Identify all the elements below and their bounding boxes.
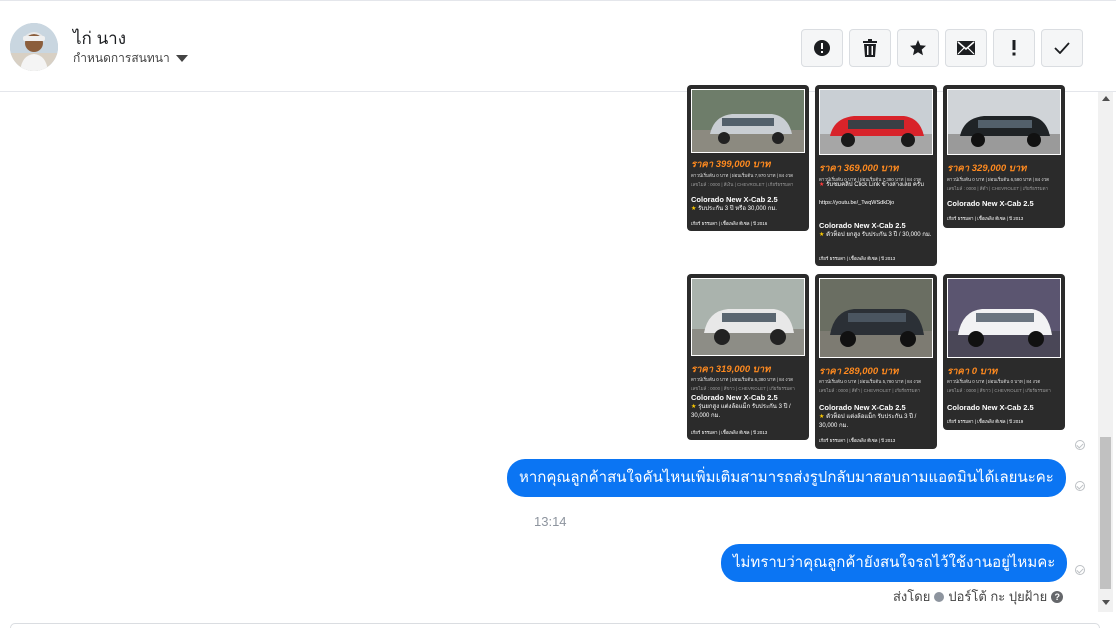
car-card[interactable]: ราคา 0 บาท ดาวน์เริ่มต้น 0 บาท | ผ่อนเริ… <box>943 274 1065 430</box>
avatar[interactable] <box>10 23 58 71</box>
car-specs: ดาวน์เริ่มต้น 0 บาท | ผ่อนเริ่มต้น 5,780… <box>819 379 922 384</box>
car-specs: ดาวน์เริ่มต้น 0 บาท | ผ่อนเริ่มต้น 6,580… <box>947 177 1050 182</box>
conversation-header: ไก่ นาง กำหนดการสนทนา <box>0 0 1116 92</box>
sent-by-prefix: ส่งโดย <box>893 589 931 604</box>
sent-by-name[interactable]: ปอร์โต้ กะ ปุยฝ้าย <box>948 586 1047 607</box>
star-icon: ★ <box>691 404 697 410</box>
car-meta: เลขไมล์ : 0000 | สีดำ | CHEVROLET | เกีย… <box>947 186 1049 191</box>
car-description: ★ ตัวท็อป แต่งล้อแม็ก รับประกัน 3 ปี / 3… <box>819 413 933 431</box>
car-model: Colorado New X-Cab 2.5 <box>819 403 906 412</box>
seen-check-icon <box>1075 440 1085 450</box>
car-photo <box>947 278 1061 358</box>
car-specs: ดาวน์เริ่มต้น 0 บาท | ผ่อนเริ่มต้น 7,970… <box>691 173 794 178</box>
car-footer: เกียร์ ธรรมดา | เชื้อเพลิง ดีเซล | ปี 20… <box>691 221 768 226</box>
car-card[interactable]: ราคา 369,000 บาท ดาวน์เริ่มต้น 0 บาท | ผ… <box>815 85 937 266</box>
delete-button[interactable] <box>849 29 891 67</box>
car-specs: ดาวน์เริ่มต้น 0 บาท | ผ่อนเริ่มต้น 0 บาท… <box>947 379 1041 384</box>
car-price: ราคา 399,000 บาท <box>691 159 771 170</box>
sent-by-info: ส่งโดย ปอร์โต้ กะ ปุยฝ้าย ? <box>893 586 1064 607</box>
caret-down-icon <box>175 55 188 62</box>
car-footer: เกียร์ ธรรมดา | เชื้อเพลิง ดีเซล | ปี 20… <box>947 216 1024 221</box>
car-price: ราคา 319,000 บาท <box>691 364 771 375</box>
message-timestamp: 13:14 <box>534 514 567 529</box>
star-icon: ★ <box>691 206 697 212</box>
car-footer: เกียร์ ธรรมดา | เชื้อเพลิง ดีเซล | ปี 20… <box>691 430 768 435</box>
car-card[interactable]: ราคา 399,000 บาท ดาวน์เริ่มต้น 0 บาท | ผ… <box>687 85 809 231</box>
star-icon: ★ <box>819 182 825 188</box>
star-icon: ★ <box>819 414 825 420</box>
assign-conversation-dropdown[interactable]: กำหนดการสนทนา <box>73 49 188 68</box>
car-desc-text: ตัวท็อป ยกสูง รับประกัน 3 ปี / 30,000 กม… <box>826 232 932 238</box>
car-link-text: https://youtu.be/_TwqWSdkDjo <box>819 200 895 206</box>
seen-check-icon <box>1075 481 1085 491</box>
car-model: Colorado New X-Cab 2.5 <box>947 403 1034 412</box>
car-model: Colorado New X-Cab 2.5 <box>691 393 778 402</box>
important-button[interactable] <box>993 29 1035 67</box>
seen-check-icon <box>1075 565 1085 575</box>
verified-icon <box>934 591 945 602</box>
header-actions <box>801 29 1083 67</box>
report-spam-button[interactable] <box>801 29 843 67</box>
car-video-link[interactable]: https://youtu.be/_TwqWSdkDjo <box>819 199 933 208</box>
car-photo <box>691 278 805 356</box>
car-desc-text: ตัวท็อป แต่งล้อแม็ก รับประกัน 3 ปี / 30,… <box>819 414 917 429</box>
car-model: Colorado New X-Cab 2.5 <box>819 221 906 230</box>
car-footer: เกียร์ ธรรมดา | เชื้อเพลิง ดีเซล | ปี 20… <box>947 419 1024 424</box>
car-photo <box>947 89 1061 155</box>
car-footer: เกียร์ ธรรมดา | เชื้อเพลิง ดีเซล | ปี 20… <box>819 256 896 261</box>
envelope-icon <box>957 41 975 55</box>
star-button[interactable] <box>897 29 939 67</box>
car-price: ราคา 0 บาท <box>947 366 998 377</box>
mark-done-button[interactable] <box>1041 29 1083 67</box>
contact-name: ไก่ นาง <box>73 29 127 48</box>
car-photo <box>691 89 805 153</box>
car-card[interactable]: ราคา 329,000 บาท ดาวน์เริ่มต้น 0 บาท | ผ… <box>943 85 1065 228</box>
car-price: ราคา 329,000 บาท <box>947 163 1027 174</box>
scrollbar-thumb[interactable] <box>1100 437 1111 589</box>
car-extra: ★ รับชมคลิป Click Link ข้างล่างเลย ครับ <box>819 181 933 190</box>
star-icon <box>910 40 926 56</box>
car-desc-text: รับประกัน 3 ปี หรือ 30,000 กม. <box>698 206 777 212</box>
star-icon: ★ <box>819 232 825 238</box>
exclamation-icon <box>1012 40 1016 56</box>
messenger-conversation: ไก่ นาง กำหนดการสนทนา ราคา 399,000 บาท ด… <box>0 0 1116 628</box>
car-card[interactable]: ราคา 319,000 บาท ดาวน์เริ่มต้น 0 บาท | ผ… <box>687 274 809 440</box>
message-bubble[interactable]: ไม่ทราบว่าคุณลูกค้ายังสนใจรถไว้ใช้งานอยู… <box>721 544 1068 582</box>
car-specs: ดาวน์เริ่มต้น 0 บาท | ผ่อนเริ่มต้น 6,380… <box>691 377 794 382</box>
alert-circle-icon <box>814 40 830 56</box>
car-footer: เกียร์ ธรรมดา | เชื้อเพลิง ดีเซล | ปี 20… <box>819 438 896 443</box>
message-composer[interactable] <box>10 623 1100 628</box>
mark-unread-button[interactable] <box>945 29 987 67</box>
car-meta: เลขไมล์ : 0000 | สีขาว | CHEVROLET | เกี… <box>947 388 1051 393</box>
car-card[interactable]: ราคา 289,000 บาท ดาวน์เริ่มต้น 0 บาท | ผ… <box>815 274 937 449</box>
scroll-up-arrow-icon[interactable] <box>1102 96 1110 101</box>
car-description: ★ รับประกัน 3 ปี หรือ 30,000 กม. <box>691 205 805 214</box>
car-price: ราคา 289,000 บาท <box>819 366 899 377</box>
car-meta: เลขไมล์ : 0000 | สีดำ | CHEVROLET | เกีย… <box>819 388 921 393</box>
assign-label: กำหนดการสนทนา <box>73 51 170 65</box>
help-icon[interactable]: ? <box>1051 590 1064 603</box>
message-bubble[interactable]: หากคุณลูกค้าสนใจคันไหนเพิ่มเติมสามารถส่ง… <box>507 459 1066 497</box>
check-icon <box>1054 42 1070 54</box>
car-description: ★ ตัวท็อป ยกสูง รับประกัน 3 ปี / 30,000 … <box>819 231 933 240</box>
car-meta: เลขไมล์ : 0000 | สีเงิน | CHEVROLET | เก… <box>691 182 794 187</box>
car-desc-text: รุ่นยกสูง แต่งล้อแม็ก รับประกัน 3 ปี / 3… <box>691 404 791 419</box>
car-extra-text: รับชมคลิป Click Link ข้างล่างเลย ครับ <box>826 182 924 188</box>
car-description: ★ รุ่นยกสูง แต่งล้อแม็ก รับประกัน 3 ปี /… <box>691 403 805 421</box>
car-meta: เลขไมล์ : 0000 | สีขาว | CHEVROLET | เกี… <box>691 386 795 391</box>
trash-icon <box>863 39 877 57</box>
car-model: Colorado New X-Cab 2.5 <box>691 195 778 204</box>
scroll-down-arrow-icon[interactable] <box>1102 600 1110 605</box>
car-price: ราคา 369,000 บาท <box>819 163 899 174</box>
car-photo <box>819 89 933 155</box>
car-photo <box>819 278 933 358</box>
car-model: Colorado New X-Cab 2.5 <box>947 199 1034 208</box>
